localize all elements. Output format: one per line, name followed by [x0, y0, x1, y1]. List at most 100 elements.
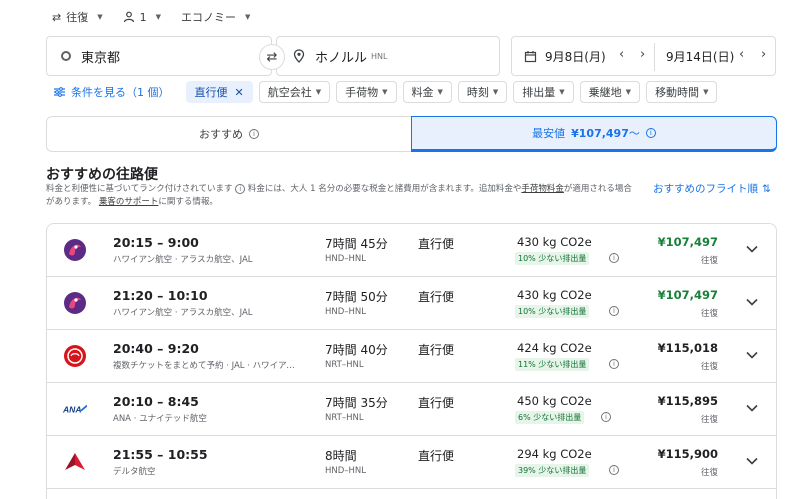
info-icon[interactable]: i — [609, 253, 619, 263]
flight-price: ¥115,018 — [657, 341, 718, 355]
jal-logo-icon — [63, 344, 87, 368]
flight-price: ¥115,895 — [657, 394, 718, 408]
tab-cheapest[interactable]: 最安値 ¥107,497 〜 i — [411, 116, 777, 152]
expand-button[interactable] — [746, 295, 758, 309]
flight-row[interactable]: ANA 20:10 – 8:45 ANA · ユナイテッド航空 7時間 35分 NRT–… — [47, 383, 776, 436]
chevron-down-icon — [746, 404, 758, 412]
trip-type-note: 往復 — [700, 309, 718, 319]
flight-row[interactable]: 20:40 – 9:20 複数チケットをまとめて予約 · JAL · ハワイアン航… — [47, 330, 776, 383]
flight-price: ¥107,497 — [657, 235, 718, 249]
depart-prev-button[interactable]: ‹ — [619, 47, 624, 62]
flight-times: 21:55 – 10:55 — [113, 447, 208, 462]
cabin-select[interactable]: エコノミー ▼ — [181, 9, 250, 25]
depart-date[interactable]: 9月8日(月) — [524, 48, 606, 65]
flight-row[interactable]: 21:55 – 10:55 デルタ航空 8時間 HND–HNL 直行便 294 kg CO… — [47, 436, 776, 489]
flight-times: 20:15 – 9:00 — [113, 235, 199, 250]
info-icon[interactable]: i — [249, 129, 259, 139]
origin-field[interactable]: 東京都 — [46, 36, 272, 76]
expand-button[interactable] — [746, 401, 758, 415]
origin-circle-icon — [61, 51, 71, 61]
calendar-icon — [524, 51, 537, 63]
chip-nonstop[interactable]: 直行便 ✕ — [185, 81, 253, 103]
dropdown-caret-icon: ▼ — [382, 88, 388, 96]
expand-button[interactable] — [746, 348, 758, 362]
flight-price: ¥107,497 — [657, 288, 718, 302]
expand-button[interactable] — [746, 454, 758, 468]
flight-stops: 直行便 — [418, 343, 455, 357]
ranking-note: 料金と利便性に基づいてランク付けされています — [46, 184, 233, 194]
chip-duration[interactable]: 移動時間 ▼ — [646, 81, 718, 103]
chip-airlines[interactable]: 航空会社 ▼ — [258, 81, 331, 103]
emissions-value: 430 kg CO2e — [517, 235, 592, 249]
close-icon[interactable]: ✕ — [235, 86, 244, 99]
return-date[interactable]: 9月14日(日) — [666, 48, 734, 65]
info-icon[interactable]: i — [601, 412, 611, 422]
bag-fees-link[interactable]: 手荷物料金 — [521, 184, 564, 194]
sort-button[interactable]: おすすめのフライト順 ⇅ — [653, 181, 771, 196]
dropdown-caret-icon: ▼ — [97, 13, 103, 21]
expand-button[interactable] — [746, 242, 758, 256]
dropdown-caret-icon: ▼ — [245, 13, 251, 21]
flight-list: 20:15 – 9:00 ハワイアン航空 · アラスカ航空、JAL 7時間 45分 H… — [46, 223, 777, 499]
chevron-down-icon — [746, 457, 758, 465]
chip-label: 料金 — [411, 86, 434, 99]
info-icon[interactable]: i — [609, 465, 619, 475]
chip-emissions[interactable]: 排出量 ▼ — [513, 81, 574, 103]
chip-times[interactable]: 時刻 ▼ — [457, 81, 508, 103]
sliders-icon — [54, 87, 65, 97]
dropdown-caret-icon: ▼ — [559, 88, 565, 96]
tab-recommended-label: おすすめ — [199, 128, 243, 141]
chip-label: 時刻 — [466, 86, 489, 99]
info-icon[interactable]: i — [609, 306, 619, 316]
info-icon[interactable]: i — [235, 184, 246, 195]
date-divider — [654, 43, 655, 71]
tab-cheapest-suffix: 〜 — [628, 127, 640, 140]
depart-date-value: 9月8日(月) — [545, 50, 606, 64]
trip-type-select[interactable]: ⇄ 往復 ▼ — [52, 9, 103, 25]
flight-duration: 7時間 45分 — [325, 237, 388, 251]
dropdown-caret-icon: ▼ — [703, 88, 709, 96]
passenger-select[interactable]: 1 ▼ — [123, 11, 161, 24]
trip-type-note: 往復 — [700, 362, 718, 372]
chip-price[interactable]: 料金 ▼ — [402, 81, 452, 103]
emissions-badge: 39% 少ない排出量 — [515, 464, 590, 477]
emissions-value: 294 kg CO2e — [517, 447, 592, 461]
all-filters-button[interactable]: 条件を見る（1 個） — [54, 84, 170, 100]
return-next-button[interactable]: › — [761, 47, 766, 62]
person-icon — [123, 11, 134, 23]
tab-recommended[interactable]: おすすめ i — [46, 116, 411, 152]
chevron-down-icon — [746, 298, 758, 306]
location-pin-icon — [293, 49, 305, 63]
cabin-label: エコノミー — [181, 11, 236, 24]
trip-type-note: 往復 — [700, 415, 718, 425]
chip-connecting-airports[interactable]: 乗継地 ▼ — [579, 81, 641, 103]
info-icon[interactable]: i — [645, 128, 656, 138]
chip-bags[interactable]: 手荷物 ▼ — [336, 81, 397, 103]
all-filters-label: 条件を見る（1 個） — [71, 86, 170, 99]
svg-text:ANA: ANA — [63, 404, 82, 414]
return-prev-button[interactable]: ‹ — [739, 47, 744, 62]
trip-options-row: ⇄ 往復 ▼ 1 ▼ エコノミー ▼ — [52, 8, 250, 26]
flight-times: 20:40 – 9:20 — [113, 341, 199, 356]
info-icon[interactable]: i — [609, 359, 619, 369]
swap-locations-button[interactable]: ⇄ — [259, 44, 285, 70]
destination-field[interactable]: ホノルル HNL — [276, 36, 500, 76]
passenger-count: 1 — [139, 10, 147, 24]
dropdown-caret-icon: ▼ — [155, 13, 161, 21]
flight-row[interactable]: 20:15 – 9:00 ハワイアン航空 · アラスカ航空、JAL 7時間 45分 H… — [47, 224, 776, 277]
chip-label: 乗継地 — [588, 86, 622, 99]
delta-logo-icon — [63, 450, 87, 474]
depart-next-button[interactable]: › — [640, 47, 645, 62]
airline-names: 複数チケットをまとめて予約 · JAL · ハワイアン航空 — [113, 361, 303, 371]
flight-row[interactable]: 21:20 – 10:10 ハワイアン航空 · アラスカ航空、JAL 7時間 50分… — [47, 277, 776, 330]
flight-stops: 直行便 — [418, 237, 455, 251]
hawaiian-logo-icon — [63, 291, 87, 315]
emissions-badge: 11% 少ない排出量 — [515, 358, 590, 371]
passenger-assistance-link[interactable]: 乗客のサポート — [99, 197, 159, 207]
flight-route: HND–HNL — [325, 466, 367, 476]
date-range-field: 9月8日(月) ‹ › 9月14日(日) ‹ › — [511, 36, 776, 76]
chip-label: 航空会社 — [267, 86, 312, 99]
dropdown-caret-icon: ▼ — [625, 88, 632, 96]
airline-names: デルタ航空 — [113, 467, 156, 477]
flight-duration: 8時間 — [325, 449, 357, 463]
